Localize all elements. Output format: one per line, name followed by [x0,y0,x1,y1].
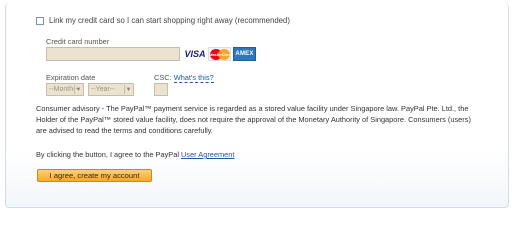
user-agreement-link[interactable]: User Agreement [181,150,234,159]
consumer-advisory: Consumer advisory - The PayPal™ payment … [36,104,471,135]
year-select[interactable]: --Year-- ▼ [88,83,134,96]
form-panel: Link my credit card so I can start shopp… [5,3,509,208]
credit-card-label: Credit card number [46,37,110,46]
link-card-row[interactable]: Link my credit card so I can start shopp… [36,16,290,25]
csc-text: CSC [154,73,170,82]
amex-logo: AMEX [233,47,256,61]
agreement-text: By clicking the button, I agree to the P… [36,150,234,159]
csc-label: CSC: What's this? [154,73,214,83]
expiration-label: Expiration date [46,73,96,82]
chevron-down-icon: ▼ [74,85,82,94]
card-logos: VISA MasterCard AMEX [184,47,256,61]
credit-card-input[interactable] [46,47,180,61]
chevron-down-icon: ▼ [124,85,132,94]
visa-logo: VISA [184,47,206,61]
csc-help-link[interactable]: What's this? [173,73,214,83]
link-card-label: Link my credit card so I can start shopp… [49,16,290,25]
agreement-prefix: By clicking the button, I agree to the P… [36,150,182,159]
csc-input[interactable] [154,83,168,96]
year-select-value: --Year-- [91,86,115,93]
create-account-button[interactable]: I agree, create my account [37,169,152,182]
month-select[interactable]: --Month-- ▼ [46,83,84,96]
mastercard-logo: MasterCard [208,47,231,61]
link-card-checkbox[interactable] [36,16,44,25]
